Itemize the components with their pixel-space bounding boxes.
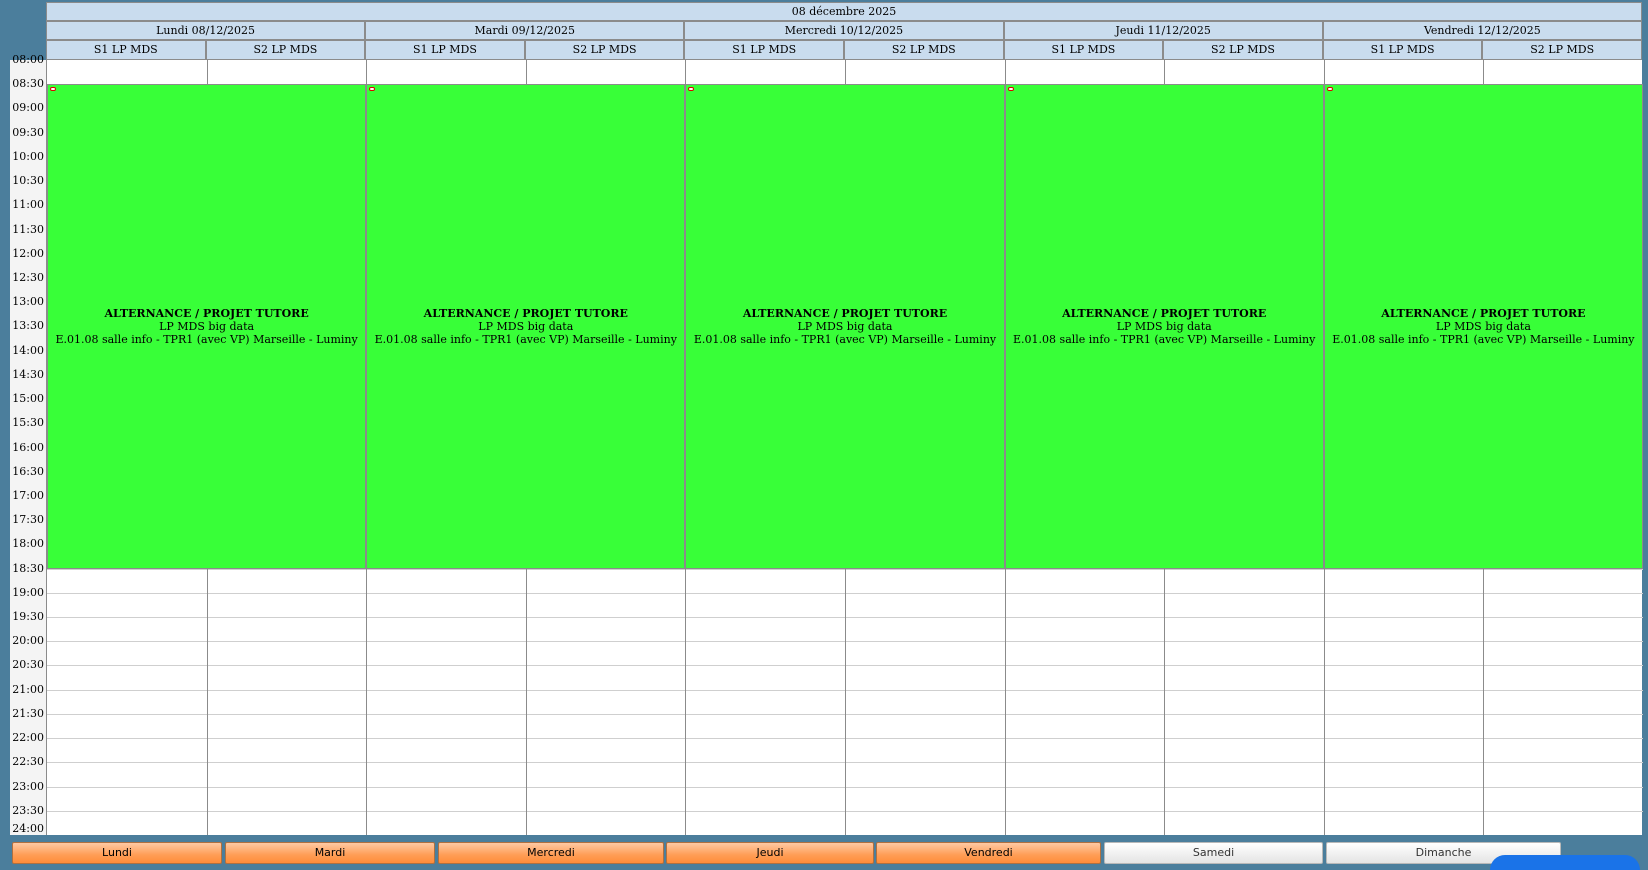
chat-widget[interactable] (1490, 855, 1640, 870)
time-label: 09:30 (12, 125, 44, 139)
event-group: LP MDS big data (1435, 320, 1531, 334)
time-label: 11:30 (12, 222, 44, 236)
event-group: LP MDS big data (1116, 320, 1212, 334)
event-title: ALTERNANCE / PROJET TUTORE (104, 307, 309, 321)
day-header: Mercredi 10/12/2025 (684, 21, 1004, 40)
day-header: Mardi 09/12/2025 (365, 21, 685, 40)
time-label: 13:30 (12, 319, 44, 333)
time-label: 12:00 (12, 246, 44, 260)
event-marker-icon (1007, 87, 1014, 92)
event-location: E.01.08 salle info - TPR1 (avec VP) Mars… (374, 333, 677, 347)
time-label: 19:30 (12, 610, 44, 624)
time-label: 18:00 (12, 537, 44, 551)
time-label: 10:30 (12, 174, 44, 188)
time-label: 08:00 (12, 53, 44, 66)
course-event[interactable]: ALTERNANCE / PROJET TUTORE LP MDS big dat… (1004, 84, 1324, 569)
day-tabs: Lundi Mardi Mercredi Jeudi Vendredi Samedi Dim… (12, 842, 1642, 864)
event-location: E.01.08 salle info - TPR1 (avec VP) Mars… (693, 333, 997, 347)
timetable-app: 08:00 08:30 09:00 09:30 10:00 10:30 11:00 11:30… (0, 0, 1648, 870)
time-label: 12:30 (12, 270, 44, 284)
event-location: E.01.08 salle info - TPR1 (avec VP) Mars… (1013, 333, 1316, 347)
tab-samedi[interactable]: Samedi (1104, 842, 1323, 864)
tab-jeudi[interactable]: Jeudi (666, 842, 874, 864)
tab-mardi[interactable]: Mardi (225, 842, 435, 864)
time-label: 08:30 (12, 77, 44, 91)
day-header: Jeudi 11/12/2025 (1003, 21, 1323, 40)
event-title: ALTERNANCE / PROJET TUTORE (1062, 307, 1267, 321)
time-label: 13:00 (12, 295, 44, 309)
time-label: 17:30 (12, 513, 44, 527)
group-header: S2 LP MDS (1163, 40, 1323, 60)
time-label: 21:30 (12, 706, 44, 720)
event-group: LP MDS big data (478, 320, 574, 334)
day-header: Vendredi 12/12/2025 (1322, 21, 1642, 40)
time-label: 17:00 (12, 488, 44, 502)
tab-vendredi[interactable]: Vendredi (876, 842, 1101, 864)
event-marker-icon (1326, 87, 1333, 92)
time-label: 19:00 (12, 585, 44, 599)
time-label: 23:30 (12, 803, 44, 817)
time-label: 14:30 (12, 367, 44, 381)
time-label: 18:30 (12, 561, 44, 575)
time-label: 22:00 (12, 731, 44, 745)
event-title: ALTERNANCE / PROJET TUTORE (1381, 307, 1586, 321)
event-group: LP MDS big data (797, 320, 893, 334)
event-title: ALTERNANCE / PROJET TUTORE (742, 307, 948, 321)
group-header: S2 LP MDS (524, 40, 685, 60)
group-header: S2 LP MDS (205, 40, 366, 60)
event-group: LP MDS big data (159, 320, 255, 334)
time-label: 20:00 (12, 634, 44, 648)
time-label: 24:00 (12, 822, 44, 835)
time-label: 16:00 (12, 440, 44, 454)
time-label: 11:00 (12, 198, 44, 212)
group-header: S2 LP MDS (1482, 40, 1642, 60)
time-label: 15:00 (12, 392, 44, 406)
group-header: S2 LP MDS (844, 40, 1004, 60)
course-event[interactable]: ALTERNANCE / PROJET TUTORE LP MDS big dat… (685, 84, 1005, 569)
event-marker-icon (369, 87, 376, 92)
group-header: S1 LP MDS (1003, 40, 1164, 60)
day-header: Lundi 08/12/2025 (46, 21, 366, 40)
group-header: S1 LP MDS (365, 40, 525, 60)
time-label: 15:30 (12, 416, 44, 430)
event-location: E.01.08 salle info - TPR1 (avec VP) Mars… (1332, 333, 1635, 347)
time-label: 23:00 (12, 779, 44, 793)
schedule-body: ALTERNANCE / PROJET TUTORE LP MDS big dat… (46, 60, 1643, 835)
week-title: 08 décembre 2025 (46, 2, 1642, 21)
time-label: 09:00 (12, 101, 44, 115)
course-event[interactable]: ALTERNANCE / PROJET TUTORE LP MDS big dat… (366, 84, 686, 569)
event-marker-icon (688, 87, 695, 92)
tab-mercredi[interactable]: Mercredi (438, 842, 664, 864)
time-label: 21:00 (12, 682, 44, 696)
schedule-grid: 08 décembre 2025 Lundi 08/12/2025 S1 LP M… (46, 2, 1643, 835)
group-header: S1 LP MDS (46, 40, 206, 60)
group-header: S1 LP MDS (684, 40, 844, 60)
time-label: 14:00 (12, 343, 44, 357)
time-label: 10:00 (12, 149, 44, 163)
event-marker-icon (50, 87, 56, 92)
course-event[interactable]: ALTERNANCE / PROJET TUTORE LP MDS big dat… (47, 84, 367, 569)
event-title: ALTERNANCE / PROJET TUTORE (423, 307, 628, 321)
course-event[interactable]: ALTERNANCE / PROJET TUTORE LP MDS big dat… (1323, 84, 1643, 569)
time-label: 20:30 (12, 658, 44, 672)
time-gutter: 08:00 08:30 09:00 09:30 10:00 10:30 11:00 11:30… (10, 54, 46, 835)
tab-lundi[interactable]: Lundi (12, 842, 222, 864)
group-header: S1 LP MDS (1322, 40, 1483, 60)
time-label: 22:30 (12, 755, 44, 769)
time-label: 16:30 (12, 464, 44, 478)
event-location: E.01.08 salle info - TPR1 (avec VP) Mars… (55, 333, 358, 347)
